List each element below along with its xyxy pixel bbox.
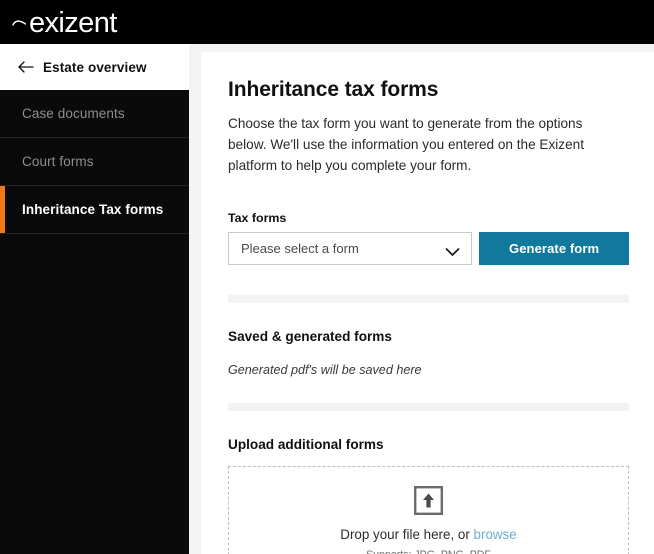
section-divider-bottom	[228, 403, 629, 411]
sidebar: Estate overview Case documents Court for…	[0, 44, 189, 554]
swoosh-mark-icon	[12, 14, 28, 34]
main-content-card: Inheritance tax forms Choose the tax for…	[201, 52, 654, 554]
supported-formats-text: Supports: JPG, PNG, PDF	[366, 549, 491, 554]
sidebar-nav: Case documents Court forms Inheritance T…	[0, 90, 189, 234]
content-inner: Inheritance tax forms Choose the tax for…	[201, 52, 654, 554]
upload-icon	[414, 486, 444, 516]
browse-link[interactable]: browse	[474, 527, 517, 542]
upload-forms-title: Upload additional forms	[228, 437, 384, 452]
sidebar-item-court-forms[interactable]: Court forms	[0, 138, 189, 186]
sidebar-item-inheritance-tax-forms[interactable]: Inheritance Tax forms	[0, 186, 189, 234]
sidebar-item-label: Court forms	[22, 154, 94, 169]
top-bar: exizent	[0, 0, 654, 44]
sidebar-item-label: Inheritance Tax forms	[22, 202, 164, 217]
sidebar-item-label: Case documents	[22, 106, 125, 121]
brand-logo[interactable]: exizent	[12, 0, 117, 44]
brand-logo-text: exizent	[29, 6, 117, 39]
tax-form-select-value: Please select a form	[241, 241, 359, 256]
page-description: Choose the tax form you want to generate…	[228, 116, 584, 173]
drop-instruction-text: Drop your file here, or	[340, 527, 474, 542]
saved-forms-title: Saved & generated forms	[228, 329, 392, 344]
arrow-left-icon	[17, 60, 34, 74]
section-divider-top	[228, 295, 629, 303]
tax-form-select[interactable]: Please select a form	[228, 232, 473, 265]
estate-overview-label: Estate overview	[43, 59, 147, 75]
estate-overview-back-button[interactable]: Estate overview	[0, 44, 189, 90]
chevron-down-icon	[445, 244, 460, 256]
generate-form-button[interactable]: Generate form	[479, 232, 629, 265]
saved-forms-empty-note: Generated pdf's will be saved here	[228, 363, 422, 377]
tax-forms-row: Please select a form Generate form	[228, 232, 629, 265]
drop-instruction: Drop your file here, or browse	[340, 527, 516, 542]
sidebar-item-case-documents[interactable]: Case documents	[0, 90, 189, 138]
page-title: Inheritance tax forms	[228, 78, 439, 101]
app-root: exizent Estate overview Case documents C…	[0, 0, 654, 554]
tax-forms-label: Tax forms	[228, 211, 287, 225]
file-dropzone[interactable]: Drop your file here, or browse Supports:…	[228, 466, 629, 554]
